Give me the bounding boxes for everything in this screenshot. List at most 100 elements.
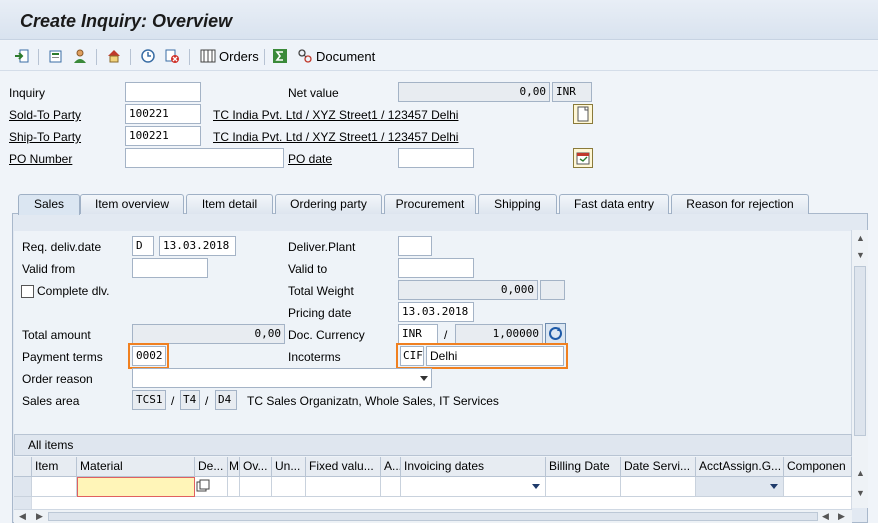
column-header-fixed-value[interactable]: Fixed valu... [306, 457, 381, 477]
description-cell[interactable] [195, 477, 228, 497]
scroll-right-icon[interactable]: ▶ [36, 511, 43, 522]
column-header-a[interactable]: A... [381, 457, 401, 477]
create-with-reference-button[interactable] [14, 47, 30, 65]
un-cell[interactable] [272, 477, 306, 497]
sales-area-separator: / [171, 394, 175, 408]
material-cell[interactable] [77, 477, 195, 497]
tab-fast-data-entry[interactable]: Fast data entry [559, 194, 669, 214]
title-bar: Create Inquiry: Overview [0, 0, 878, 40]
tab-sales[interactable]: Sales [18, 194, 80, 215]
toolbar-separator [130, 49, 131, 65]
ov-cell[interactable] [240, 477, 272, 497]
date-services-cell[interactable] [621, 477, 696, 497]
po-number-field[interactable] [125, 148, 284, 168]
deliver-plant-field[interactable] [398, 236, 432, 256]
row-selector-header[interactable] [14, 457, 32, 477]
tab-item-overview[interactable]: Item overview [80, 194, 184, 214]
column-header-invoicing-dates[interactable]: Invoicing dates [401, 457, 546, 477]
detail-icon [196, 479, 210, 492]
invoicing-dates-cell[interactable] [401, 477, 546, 497]
column-header-billing-date[interactable]: Billing Date [546, 457, 621, 477]
scroll-down-icon[interactable]: ▼ [856, 488, 865, 498]
display-document-flow-button[interactable] [140, 47, 156, 65]
sales-area-label: Sales area [22, 394, 80, 408]
header-button[interactable] [48, 47, 64, 65]
scroll-thumb[interactable] [48, 512, 818, 521]
req-deliv-date-field[interactable]: 13.03.2018 [159, 236, 236, 256]
inquiry-label: Inquiry [9, 86, 46, 100]
calendar-icon [576, 152, 590, 165]
column-header-description[interactable]: De... [195, 457, 228, 477]
tab-procurement[interactable]: Procurement [384, 194, 476, 214]
horizontal-scrollbar[interactable]: ◀ ▶ ◀ ▶ [14, 509, 852, 523]
component-cell[interactable] [784, 477, 852, 497]
sales-area-separator: / [205, 394, 209, 408]
scroll-up-icon[interactable]: ▲ [856, 468, 865, 478]
net-value-currency-field: INR [552, 82, 592, 102]
orders-button[interactable]: Orders [200, 47, 259, 65]
doc-currency-field[interactable]: INR [398, 324, 438, 344]
payment-terms-highlight [128, 343, 169, 369]
chevron-down-icon [532, 484, 540, 489]
item-cell[interactable] [32, 477, 77, 497]
total-weight-label: Total Weight [288, 284, 354, 298]
exchange-rate-refresh-button[interactable] [545, 323, 566, 344]
column-header-m[interactable]: M [228, 457, 240, 477]
column-header-component[interactable]: Componen [784, 457, 852, 477]
ship-to-party-field[interactable]: 100221 [125, 126, 201, 146]
delete-icon [164, 48, 180, 64]
vertical-scrollbar[interactable]: ▲ ▼ ▲ ▼ [851, 230, 868, 508]
application-toolbar: Orders Document [0, 41, 878, 71]
scroll-right-icon[interactable]: ▶ [838, 511, 845, 522]
fixed-value-cell[interactable] [306, 477, 381, 497]
order-reason-select[interactable] [132, 368, 432, 388]
complete-delivery-checkbox[interactable] [21, 285, 34, 298]
deliver-plant-label: Deliver.Plant [288, 240, 356, 254]
business-partner-button[interactable] [72, 47, 88, 65]
items-table-title: All items [28, 438, 74, 452]
column-header-material[interactable]: Material [77, 457, 195, 477]
scroll-left-icon[interactable]: ◀ [822, 511, 829, 522]
scroll-up-icon[interactable]: ▲ [856, 233, 865, 243]
valid-from-field[interactable] [132, 258, 208, 278]
sum-button[interactable] [272, 47, 288, 65]
tab-reason-for-rejection[interactable]: Reason for rejection [671, 194, 809, 214]
column-header-item[interactable]: Item [32, 457, 77, 477]
sold-to-details-button[interactable] [573, 104, 593, 124]
scroll-thumb[interactable] [854, 266, 866, 436]
req-deliv-date-type-field[interactable]: D [132, 236, 154, 256]
column-header-ov[interactable]: Ov... [240, 457, 272, 477]
acct-assign-cell[interactable] [696, 477, 784, 497]
cancel-document-button[interactable] [164, 47, 180, 65]
sold-to-party-button[interactable] [106, 47, 122, 65]
sold-to-party-field[interactable]: 100221 [125, 104, 201, 124]
tab-item-detail[interactable]: Item detail [186, 194, 273, 214]
valid-to-field[interactable] [398, 258, 474, 278]
row-selector[interactable] [14, 477, 32, 497]
tab-shipping[interactable]: Shipping [478, 194, 557, 214]
m-cell[interactable] [228, 477, 240, 497]
valid-from-label: Valid from [22, 262, 76, 276]
scroll-left-icon[interactable]: ◀ [19, 511, 26, 522]
net-value-label: Net value [288, 86, 339, 100]
pricing-date-field[interactable]: 13.03.2018 [398, 302, 474, 322]
scroll-down-icon[interactable]: ▼ [856, 250, 865, 260]
a-cell[interactable] [381, 477, 401, 497]
billing-date-cell[interactable] [546, 477, 621, 497]
po-date-field[interactable] [398, 148, 474, 168]
sigma-icon [272, 48, 288, 64]
table-row[interactable] [32, 497, 852, 509]
total-amount-field: 0,00 [132, 324, 285, 344]
inquiry-field[interactable] [125, 82, 201, 102]
po-details-button[interactable] [573, 148, 593, 168]
document-link-icon [297, 48, 313, 64]
column-header-date-services[interactable]: Date Servi... [621, 457, 696, 477]
total-amount-label: Total amount [22, 328, 91, 342]
house-icon [106, 48, 122, 64]
document-button[interactable]: Document [297, 47, 375, 65]
payment-terms-label: Payment terms [22, 350, 103, 364]
tab-ordering-party[interactable]: Ordering party [275, 194, 382, 214]
column-header-un[interactable]: Un... [272, 457, 306, 477]
column-header-acct-assign[interactable]: AcctAssign.G... [696, 457, 784, 477]
row-selector[interactable] [14, 497, 32, 509]
